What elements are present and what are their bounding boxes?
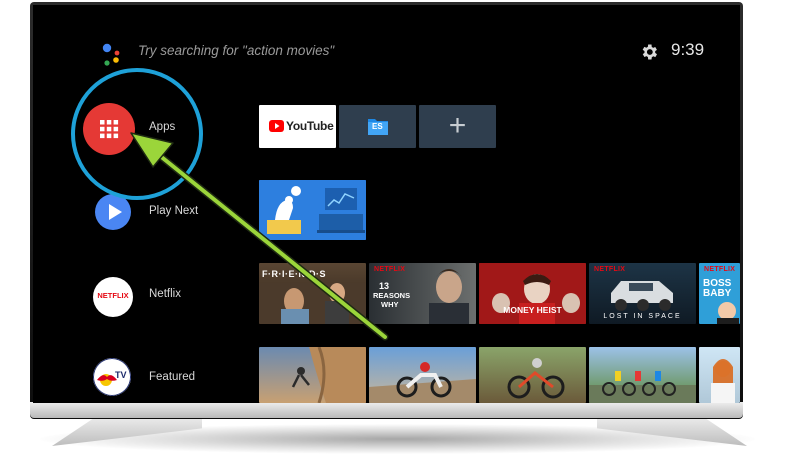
tv-screen: Try searching for "action movies" 9:39 A…	[33, 5, 740, 403]
tv-bottom-bar	[30, 402, 743, 418]
pointer-arrow-icon	[130, 132, 389, 341]
